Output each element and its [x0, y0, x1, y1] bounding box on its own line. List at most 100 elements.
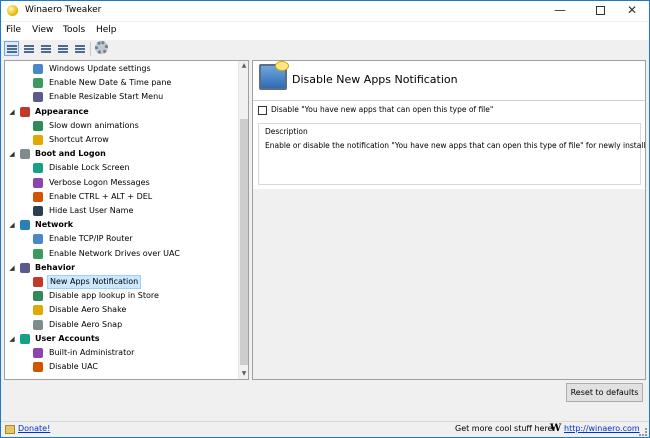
tree-label: Slow down animations — [49, 120, 139, 130]
tree-category[interactable]: ◢ Behavior — [5, 261, 235, 275]
user-icon — [33, 206, 43, 216]
donate-link[interactable]: Donate! — [18, 424, 50, 433]
tree-item[interactable]: Verbose Logon Messages — [5, 176, 235, 190]
tree-label: Disable app lookup in Store — [49, 291, 159, 301]
donate-icon — [5, 425, 15, 434]
tree-scrollbar[interactable]: ▲ ▼ — [238, 61, 248, 379]
monitor-notification-icon — [259, 61, 289, 90]
tree-item[interactable]: Windows Update settings — [5, 62, 235, 76]
expand-toggle-icon[interactable]: ◢ — [8, 332, 16, 346]
tree-label: Behavior — [35, 262, 76, 272]
reset-to-defaults-button[interactable]: Reset to defaults — [566, 383, 643, 402]
tree-item[interactable]: Disable UAC — [5, 360, 235, 374]
more-stuff-text: Get more cool stuff here: — [455, 424, 556, 433]
title-bar[interactable]: Winaero Tweaker — ✕ — [1, 1, 649, 21]
scroll-down-arrow-icon[interactable]: ▼ — [239, 369, 248, 379]
tree-item[interactable]: Disable Aero Snap — [5, 318, 235, 332]
view-large-icon[interactable] — [4, 41, 19, 56]
warning-icon — [33, 177, 43, 188]
tree-item[interactable]: Enable CTRL + ALT + DEL — [5, 190, 235, 204]
tree-label: Disable Aero Snap — [49, 319, 123, 329]
tree-label: Windows Update settings — [49, 64, 151, 73]
scroll-up-arrow-icon[interactable]: ▲ — [239, 61, 248, 71]
tree-label: New Apps Notification — [47, 275, 142, 289]
view-details-icon[interactable] — [55, 41, 70, 56]
description-text: Enable or disable the notification "You … — [265, 141, 646, 150]
tree-item[interactable]: Shortcut Arrow — [5, 133, 235, 147]
boot-spinner-icon — [20, 149, 30, 160]
tree-category[interactable]: ◢ Boot and Logon — [5, 147, 235, 161]
tree-label: Enable TCP/IP Router — [49, 234, 133, 244]
status-bar: Donate! Get more cool stuff here: W http… — [1, 421, 649, 437]
checkbox-label[interactable]: Disable "You have new apps that can open… — [271, 105, 493, 114]
tree-label: Enable Network Drives over UAC — [49, 248, 180, 258]
minimize-button[interactable]: — — [545, 1, 575, 21]
view-small-icon[interactable] — [21, 41, 36, 56]
paint-palette-icon — [20, 106, 30, 117]
tree-category[interactable]: ◢ Appearance — [5, 105, 235, 119]
router-icon — [33, 234, 43, 245]
view-tiles-icon[interactable] — [72, 41, 87, 56]
tree-label: Network — [35, 220, 74, 230]
tree-label: Disable Lock Screen — [49, 163, 130, 173]
tree-label: Hide Last User Name — [49, 206, 134, 215]
lock-screen-icon — [33, 163, 43, 174]
tree-item[interactable]: Enable Network Drives over UAC — [5, 247, 235, 261]
expand-toggle-icon[interactable]: ◢ — [8, 218, 16, 232]
tree-label: Disable Aero Shake — [49, 305, 127, 315]
users-icon — [20, 333, 30, 344]
scroll-thumb[interactable] — [240, 119, 248, 365]
tree-item[interactable]: Enable TCP/IP Router — [5, 232, 235, 246]
expand-toggle-icon[interactable]: ◢ — [8, 147, 16, 161]
disable-notification-checkbox[interactable] — [258, 106, 267, 115]
tree-label: Shortcut Arrow — [49, 135, 109, 144]
start-menu-icon — [33, 92, 43, 103]
tree-item[interactable]: New Apps Notification — [5, 275, 235, 289]
winaero-app-icon — [7, 5, 18, 16]
network-icon — [20, 220, 30, 231]
windows-update-icon — [33, 64, 43, 74]
settings-gear-icon[interactable] — [95, 41, 108, 54]
navigation-tree: Windows Update settings Enable New Date &… — [4, 60, 249, 380]
menu-view[interactable]: View — [32, 25, 53, 35]
menu-tools[interactable]: Tools — [63, 25, 85, 35]
view-list-icon[interactable] — [38, 41, 53, 56]
resize-grip-icon[interactable] — [639, 428, 647, 436]
tree-label: Enable Resizable Start Menu — [49, 92, 164, 102]
panel-title: Disable New Apps Notification — [292, 73, 458, 86]
expand-toggle-icon[interactable]: ◢ — [8, 105, 16, 119]
tree-item[interactable]: Enable New Date & Time pane — [5, 76, 235, 90]
tree-category[interactable]: ◢ Network — [5, 218, 235, 232]
tree-label: Enable CTRL + ALT + DEL — [49, 191, 153, 201]
maximize-button[interactable] — [585, 1, 615, 21]
tree-item[interactable]: Slow down animations — [5, 119, 235, 133]
tree-item[interactable]: Enable Resizable Start Menu — [5, 90, 235, 104]
window-title: Winaero Tweaker — [25, 5, 102, 15]
panel-header: Disable New Apps Notification — [253, 61, 645, 101]
animation-icon — [33, 120, 43, 131]
tree-label: Built-in Administrator — [49, 348, 135, 357]
aero-snap-icon — [33, 319, 43, 330]
tree-item[interactable]: Disable Lock Screen — [5, 161, 235, 175]
tree-label: Enable New Date & Time pane — [49, 78, 172, 88]
tree-label: Disable UAC — [49, 362, 98, 372]
keyboard-icon — [33, 191, 43, 202]
aero-shake-icon — [33, 305, 43, 316]
expand-toggle-icon[interactable]: ◢ — [8, 261, 16, 275]
tree-item[interactable]: Built-in Administrator — [5, 346, 235, 360]
close-button[interactable]: ✕ — [617, 1, 647, 21]
menu-help[interactable]: Help — [96, 25, 117, 35]
tree-item[interactable]: Disable app lookup in Store — [5, 289, 235, 303]
tree-category[interactable]: ◢ User Accounts — [5, 332, 235, 346]
tree-item[interactable]: Disable Aero Shake — [5, 303, 235, 317]
winaero-site-link[interactable]: http://winaero.com — [564, 424, 640, 433]
tree-item[interactable]: Hide Last User Name — [5, 204, 235, 218]
uac-shield-icon — [33, 362, 43, 373]
admin-user-icon — [33, 348, 43, 358]
tree-label: Appearance — [35, 106, 89, 116]
notification-icon — [33, 277, 43, 287]
shortcut-arrow-icon — [33, 135, 43, 145]
menu-bar: File View Tools Help — [1, 22, 649, 40]
menu-file[interactable]: File — [6, 25, 21, 35]
winaero-logo: W — [550, 423, 562, 434]
